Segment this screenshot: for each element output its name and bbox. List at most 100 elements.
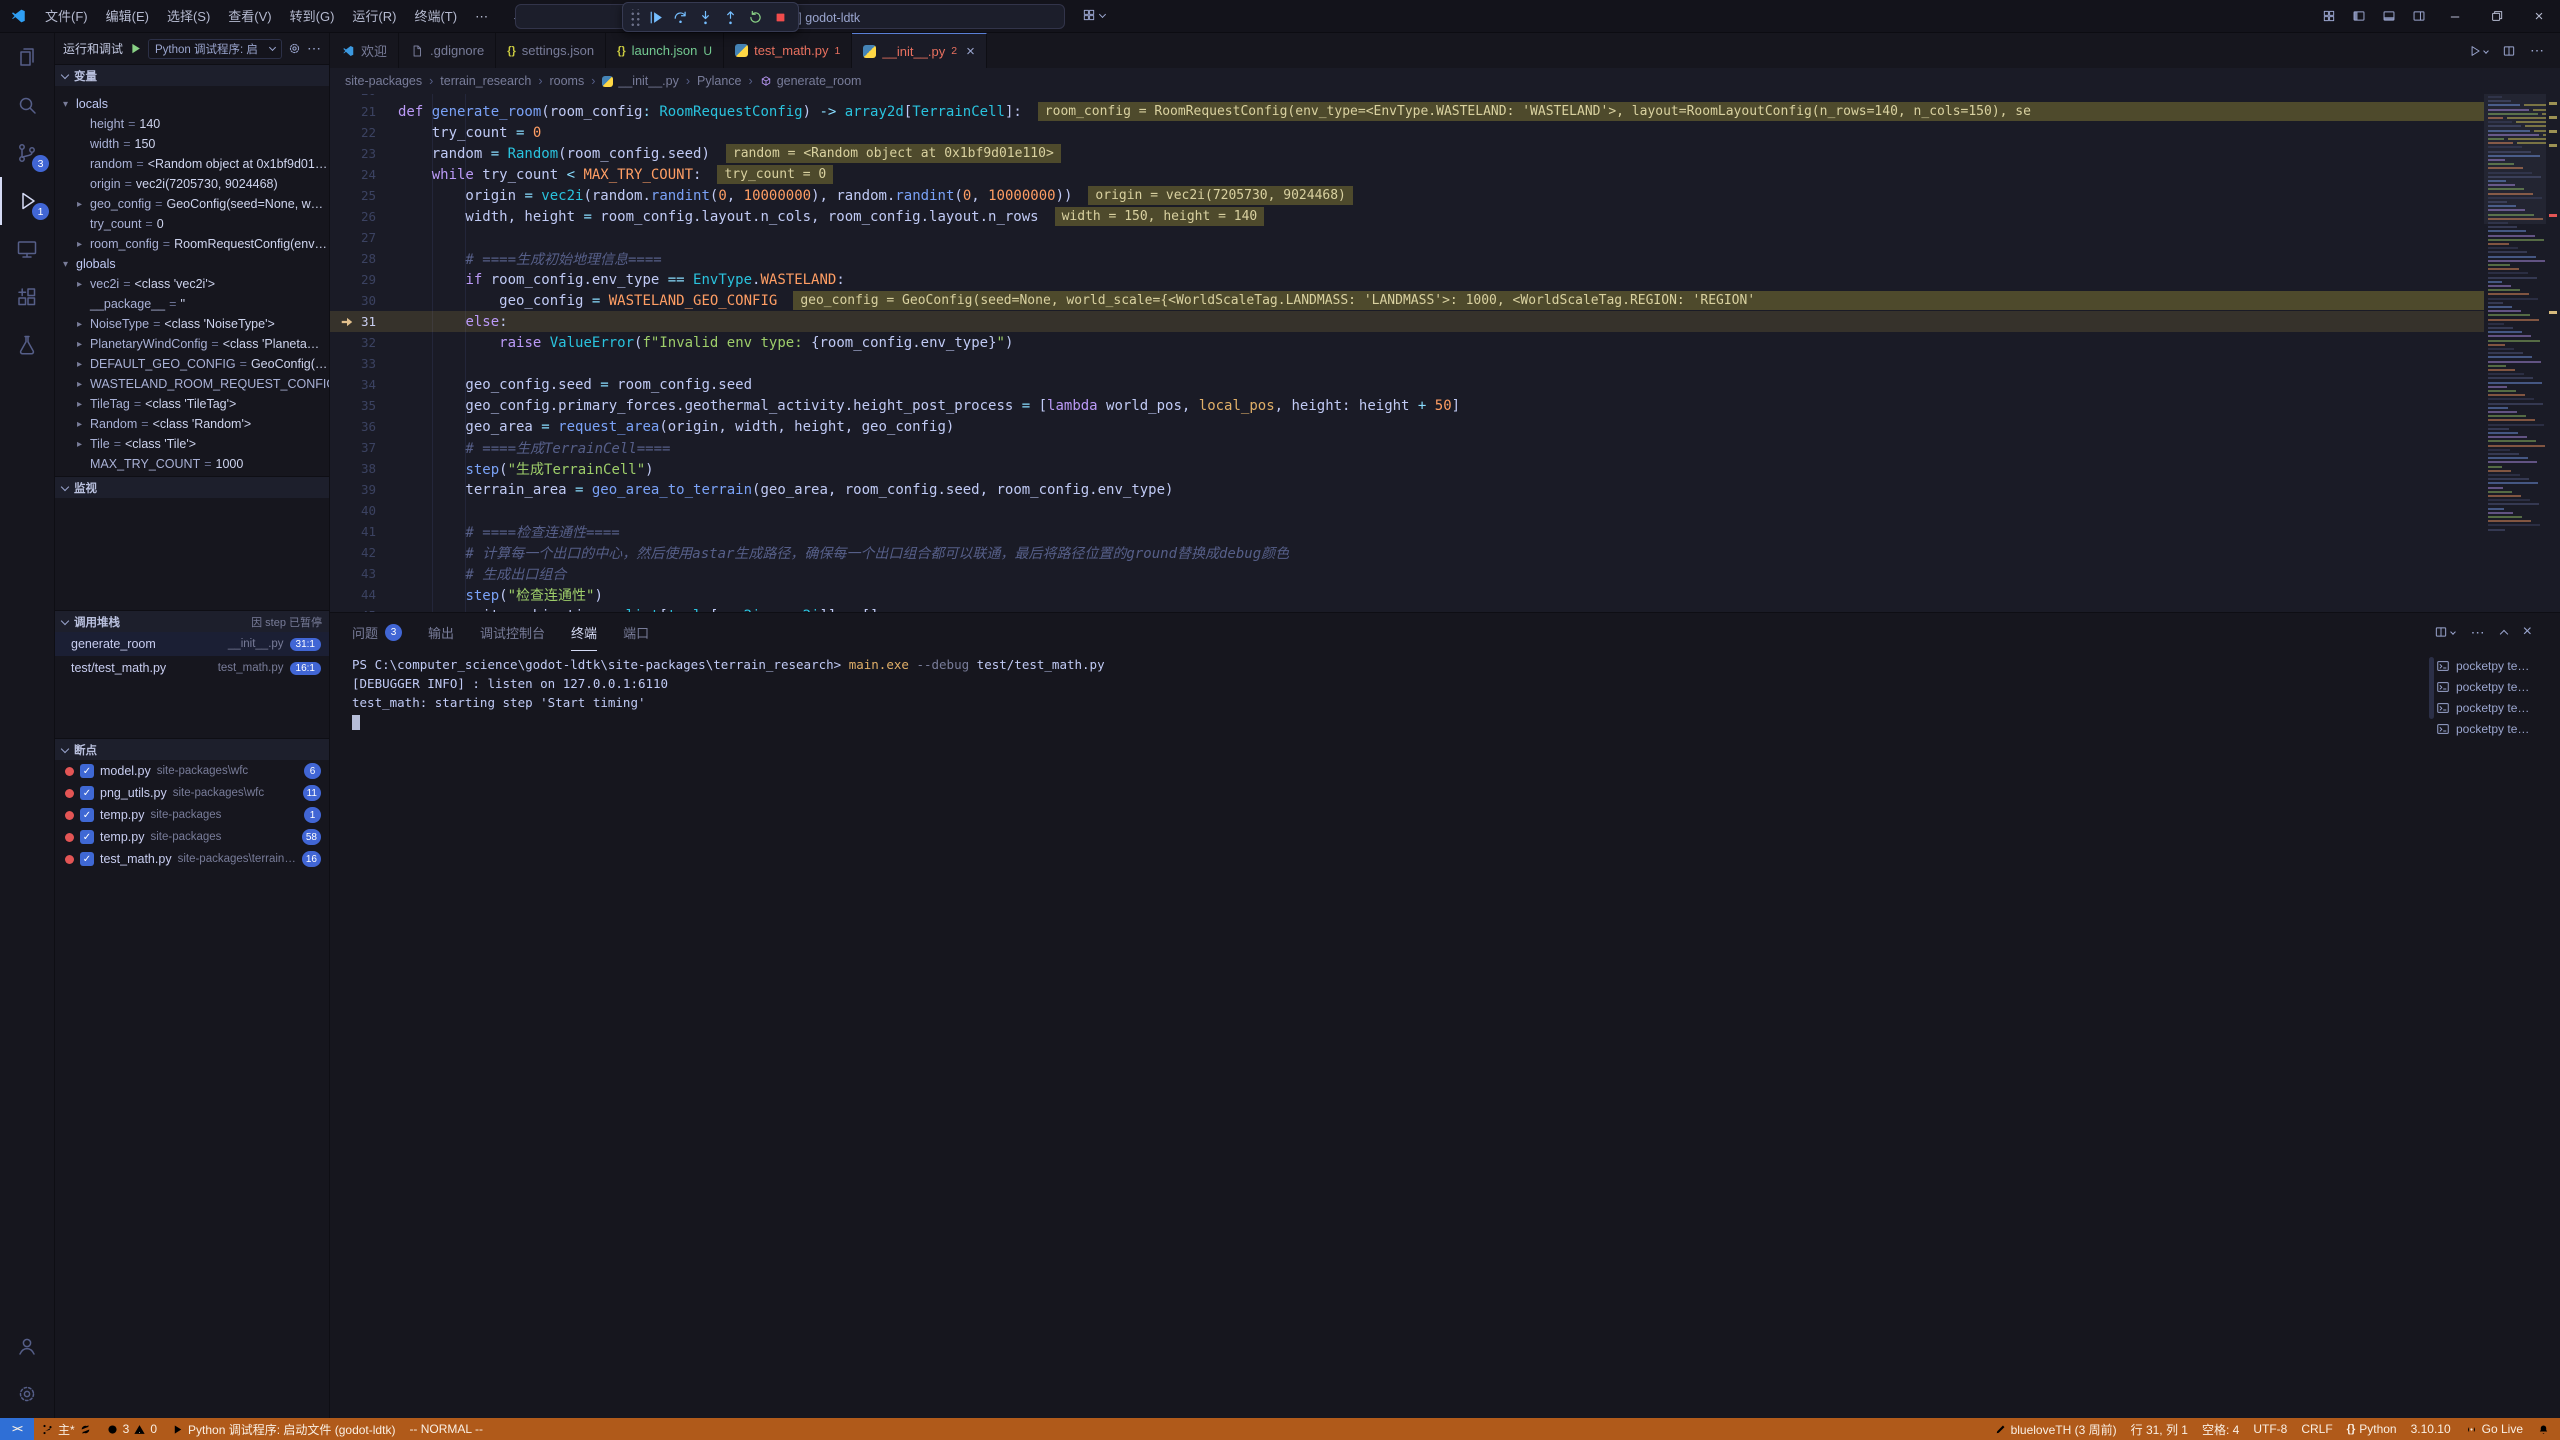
variable-row[interactable]: ▸vec2i=<class 'vec2i'>	[55, 274, 329, 294]
breakpoint-row[interactable]: ✓temp.pysite-packages1	[55, 804, 329, 826]
breadcrumb-item[interactable]: terrain_research	[440, 74, 531, 88]
checkbox-checked[interactable]: ✓	[80, 830, 94, 844]
menu-item-4[interactable]: 转到(G)	[281, 0, 344, 33]
more-actions-icon[interactable]: ⋯	[2471, 624, 2485, 641]
variables-group-locals[interactable]: ▾locals	[55, 94, 329, 114]
breadcrumb-item[interactable]: site-packages	[345, 74, 422, 88]
checkbox-checked[interactable]: ✓	[80, 764, 94, 778]
variable-row[interactable]: height=140	[55, 114, 329, 134]
terminal-list-item[interactable]: pocketpy te…	[2436, 655, 2552, 676]
breakpoint-row[interactable]: ✓png_utils.pysite-packages\wfc11	[55, 782, 329, 804]
more-actions-icon[interactable]: ⋯	[2530, 42, 2544, 59]
profile-icon[interactable]	[1082, 8, 1105, 22]
variable-row[interactable]: ▸room_config=RoomRequestConfig(env_t…	[55, 234, 329, 254]
terminal-list-item[interactable]: pocketpy te…	[2436, 718, 2552, 739]
tab-欢迎[interactable]: 欢迎	[330, 33, 399, 68]
section-header-variables[interactable]: 变量	[55, 64, 329, 86]
tab-test_math.py[interactable]: test_math.py1	[724, 33, 852, 68]
section-header-call-stack[interactable]: 调用堆栈因 step 已暂停	[55, 610, 329, 632]
panel-tab-调试控制台[interactable]: 调试控制台	[480, 613, 545, 651]
minimap[interactable]	[2484, 94, 2546, 539]
variable-row[interactable]: __package__=''	[55, 294, 329, 314]
terminal-scrollbar[interactable]	[2429, 657, 2434, 719]
variable-row[interactable]: random=<Random object at 0x1bf9d01e…	[55, 154, 329, 174]
call-stack-frame[interactable]: generate_room__init__.py31:1	[55, 632, 329, 656]
variable-row[interactable]: ▸TileTag=<class 'TileTag'>	[55, 394, 329, 414]
activitybar-item-run-and-debug[interactable]: 1	[0, 177, 54, 225]
branch-indicator[interactable]: 主*	[34, 1418, 99, 1440]
eol[interactable]: CRLF	[2294, 1418, 2339, 1440]
minimize-button[interactable]: –	[2434, 0, 2476, 33]
maximize-panel-icon[interactable]	[2499, 629, 2507, 637]
split-editor-icon[interactable]	[2502, 44, 2516, 58]
breakpoint-row[interactable]: ✓test_math.pysite-packages\terrain_res…1…	[55, 848, 329, 870]
section-header-watch[interactable]: 监视	[55, 476, 329, 498]
panel-tab-终端[interactable]: 终端	[571, 613, 597, 651]
menu-item-3[interactable]: 查看(V)	[219, 0, 280, 33]
section-header-breakpoints[interactable]: 断点	[55, 738, 329, 760]
toggle-panel-icon[interactable]	[2374, 0, 2404, 33]
variable-row[interactable]: MAX_TRY_COUNT=1000	[55, 454, 329, 474]
remote-indicator[interactable]: ><	[0, 1418, 34, 1440]
menu-item-6[interactable]: 终端(T)	[405, 0, 466, 33]
tab-__init__.py[interactable]: __init__.py2×	[852, 33, 987, 68]
split-terminal-icon[interactable]	[2434, 625, 2455, 639]
step-into-button[interactable]	[693, 5, 718, 30]
problems-indicator[interactable]: 3 0	[99, 1418, 164, 1440]
breakpoint-row[interactable]: ✓temp.pysite-packages58	[55, 826, 329, 848]
code-editor[interactable]: 2021def generate_room(room_config: RoomR…	[330, 94, 2560, 612]
tab-settings.json[interactable]: {}settings.json	[496, 33, 606, 68]
cursor-position[interactable]: 行 31, 列 1	[2124, 1418, 2195, 1440]
language-mode[interactable]: {}Python	[2340, 1418, 2404, 1440]
breadcrumb-item[interactable]: generate_room	[760, 74, 862, 88]
more-actions-icon[interactable]: ⋯	[307, 40, 321, 57]
breadcrumb-item[interactable]: __init__.py	[602, 74, 678, 88]
restore-button[interactable]	[2476, 0, 2518, 33]
python-version[interactable]: 3.10.10	[2404, 1418, 2458, 1440]
encoding[interactable]: UTF-8	[2246, 1418, 2294, 1440]
debug-status[interactable]: Python 调试程序: 启动文件 (godot-ldtk)	[164, 1418, 402, 1440]
start-debug-button[interactable]	[128, 41, 143, 56]
variable-row[interactable]: ▸DEFAULT_GEO_CONFIG=GeoConfig(seed=1…	[55, 354, 329, 374]
breakpoint-row[interactable]: ✓model.pysite-packages\wfc6	[55, 760, 329, 782]
checkbox-checked[interactable]: ✓	[80, 808, 94, 822]
step-over-button[interactable]	[668, 5, 693, 30]
variable-row[interactable]: try_count=0	[55, 214, 329, 234]
panel-tab-端口[interactable]: 端口	[623, 613, 649, 651]
call-stack-list[interactable]: generate_room__init__.py31:1test/test_ma…	[55, 632, 329, 738]
menu-item-5[interactable]: 运行(R)	[343, 0, 405, 33]
call-stack-frame[interactable]: test/test_math.pytest_math.py16:1	[55, 656, 329, 680]
activitybar-item-accounts[interactable]	[0, 1322, 54, 1370]
terminal-list-item[interactable]: pocketpy te…	[2436, 676, 2552, 697]
toggle-sidebar-icon[interactable]	[2344, 0, 2374, 33]
debug-config-select[interactable]: Python 调试程序: 启	[148, 39, 282, 59]
variable-row[interactable]: ▸Random=<class 'Random'>	[55, 414, 329, 434]
breakpoints-list[interactable]: ✓model.pysite-packages\wfc6✓png_utils.py…	[55, 760, 329, 1418]
close-button[interactable]: ×	[2518, 0, 2560, 33]
activitybar-item-explorer[interactable]	[0, 33, 54, 81]
variable-row[interactable]: ▸WASTELAND_ROOM_REQUEST_CONFIG=RoomR…	[55, 374, 329, 394]
menu-item-1[interactable]: 编辑(E)	[97, 0, 158, 33]
watch-body[interactable]	[55, 498, 329, 610]
terminal-output[interactable]: PS C:\computer_science\godot-ldtk\site-p…	[330, 655, 2420, 1418]
variable-row[interactable]: origin=vec2i(7205730, 9024468)	[55, 174, 329, 194]
indentation[interactable]: 空格: 4	[2195, 1418, 2246, 1440]
variables-tree[interactable]: ▾localsheight=140width=150random=<Random…	[55, 86, 329, 476]
close-icon[interactable]: ×	[966, 43, 975, 60]
stop-button[interactable]	[768, 5, 793, 30]
activitybar-item-source-control[interactable]: 3	[0, 129, 54, 177]
activitybar-item-testing[interactable]	[0, 321, 54, 369]
menu-item-0[interactable]: 文件(F)	[36, 0, 97, 33]
breadcrumb-item[interactable]: Pylance	[697, 74, 741, 88]
panel-tab-输出[interactable]: 输出	[428, 613, 454, 651]
activitybar-item-extensions[interactable]	[0, 273, 54, 321]
tab-.gdignore[interactable]: .gdignore	[399, 33, 496, 68]
tab-launch.json[interactable]: {}launch.jsonU	[606, 33, 724, 68]
close-panel-icon[interactable]: ×	[2523, 623, 2532, 641]
terminal-list-item[interactable]: pocketpy te…	[2436, 697, 2552, 718]
gear-icon[interactable]	[287, 41, 302, 56]
activitybar-item-search[interactable]	[0, 81, 54, 129]
variable-row[interactable]: width=150	[55, 134, 329, 154]
go-live[interactable]: Go Live	[2458, 1418, 2530, 1440]
activitybar-item-remote-explorer[interactable]	[0, 225, 54, 273]
